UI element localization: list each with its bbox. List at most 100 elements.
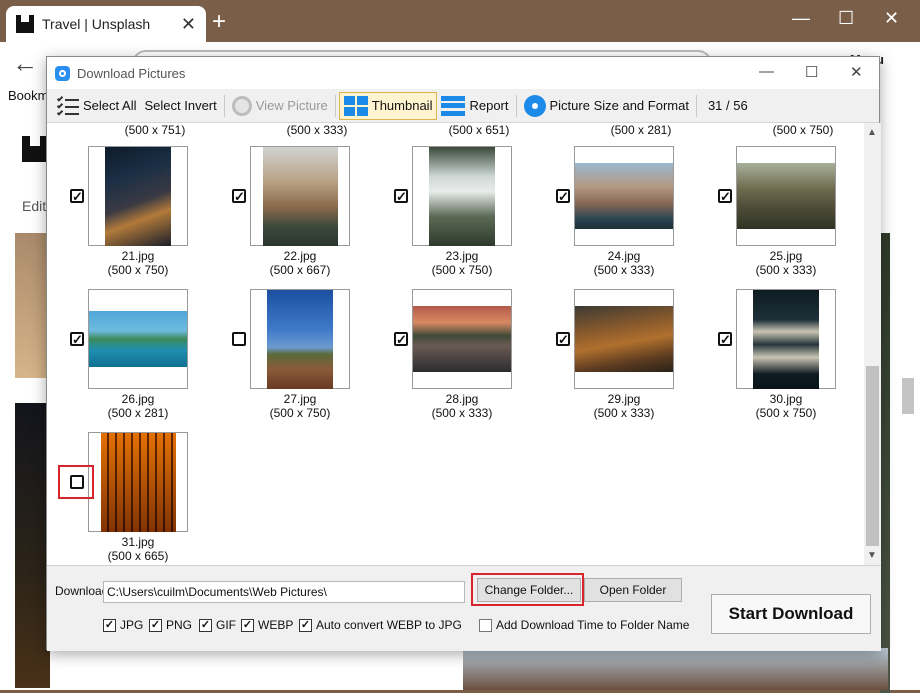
checkbox-highlight (58, 465, 94, 499)
item-checkbox[interactable]: ✓ (70, 189, 84, 203)
thumbnail-frame[interactable] (250, 289, 350, 389)
file-name: 31.jpg (121, 535, 155, 549)
download-path-field[interactable]: C:\Users\cuilm\Documents\Web Pictures\ (103, 581, 465, 603)
app-icon (55, 65, 70, 81)
dialog-minimize-icon[interactable]: — (759, 63, 774, 80)
download-folder-label: Download (55, 584, 103, 598)
thumbnail-item[interactable]: ✓ 30.jpg (500 x 750) (695, 289, 857, 429)
page-scrollbar[interactable] (902, 378, 914, 414)
photo-autumn-hills (575, 306, 673, 372)
add-time-checkbox[interactable] (479, 618, 492, 632)
size-format-button[interactable]: Picture Size and Format (520, 92, 693, 120)
image-dimensions: (500 x 333) (755, 263, 817, 277)
open-folder-button[interactable]: Open Folder (584, 578, 682, 602)
gif-checkbox[interactable]: ✓ (199, 618, 212, 632)
button-highlight (471, 573, 584, 606)
view-picture-icon (231, 95, 252, 116)
thumbnail-gallery: (500 x 751) (500 x 333) (500 x 651) (500… (47, 123, 881, 565)
thumbnail-frame[interactable] (736, 146, 836, 246)
thumbnail-frame[interactable] (412, 146, 512, 246)
item-checkbox[interactable]: ✓ (718, 332, 732, 346)
item-checkbox[interactable]: ✓ (394, 332, 408, 346)
minimize-icon[interactable]: — (792, 8, 810, 29)
back-arrow-icon[interactable]: ← (12, 48, 38, 79)
webp-checkbox[interactable]: ✓ (241, 618, 254, 632)
thumbnail-frame[interactable] (250, 146, 350, 246)
gif-option[interactable]: ✓ GIF (199, 618, 236, 632)
thumbnail-frame[interactable] (88, 146, 188, 246)
report-view-button[interactable]: Report (437, 92, 512, 120)
browser-tab[interactable]: Travel | Unsplash ✕ (6, 6, 206, 42)
file-name: 23.jpg (445, 249, 479, 263)
close-window-icon[interactable]: ✕ (884, 8, 899, 29)
thumbnail-frame[interactable] (412, 289, 512, 389)
dialog-maximize-icon[interactable]: ☐ (805, 63, 818, 81)
thumbnail-item[interactable]: 27.jpg (500 x 750) (209, 289, 371, 429)
gif-label: GIF (216, 618, 236, 632)
thumbnail-item[interactable]: ✓ 29.jpg (500 x 333) (533, 289, 695, 429)
thumbnail-item[interactable]: ✓ 21.jpg (500 x 750) (47, 146, 209, 286)
thumbnail-caption: 30.jpg (500 x 750) (726, 392, 846, 420)
item-checkbox[interactable]: ✓ (70, 332, 84, 346)
jpg-label: JPG (120, 618, 144, 632)
thumbnail-item[interactable]: ✓ 22.jpg (500 x 667) (209, 146, 371, 286)
thumbnail-grid-icon (343, 95, 368, 116)
selection-count: 31 / 56 (707, 98, 748, 113)
thumbnail-frame[interactable] (574, 146, 674, 246)
item-checkbox[interactable]: ✓ (394, 189, 408, 203)
view-picture-button[interactable]: View Picture (228, 92, 332, 120)
bookmarks-label[interactable]: Bookm (8, 88, 48, 103)
photo-boat-bay (89, 311, 187, 367)
thumbnail-frame[interactable] (88, 432, 188, 532)
image-size-caption: (500 x 651) (448, 123, 510, 137)
thumbnail-frame[interactable] (88, 289, 188, 389)
page-photo[interactable] (463, 648, 888, 690)
size-format-label: Picture Size and Format (549, 98, 689, 113)
select-all-button[interactable]: Select All (53, 92, 140, 120)
scrollbar-thumb[interactable] (866, 366, 879, 546)
webp-option[interactable]: ✓ WEBP (241, 618, 293, 632)
maximize-icon[interactable]: ☐ (838, 8, 854, 29)
item-checkbox[interactable]: ✓ (556, 189, 570, 203)
item-checkbox[interactable]: ✓ (232, 189, 246, 203)
new-tab-button[interactable]: + (212, 10, 226, 34)
thumbnail-item[interactable]: ✓ 28.jpg (500 x 333) (371, 289, 533, 429)
add-time-option[interactable]: Add Download Time to Folder Name (479, 618, 689, 632)
item-checkbox[interactable] (232, 332, 246, 346)
item-checkbox[interactable]: ✓ (718, 189, 732, 203)
page-photo[interactable] (880, 233, 890, 693)
page-photo[interactable] (15, 403, 50, 688)
thumbnail-frame[interactable] (736, 289, 836, 389)
thumbnail-item[interactable]: ✓ 24.jpg (500 x 333) (533, 146, 695, 286)
gallery-scrollbar[interactable]: ▲ ▼ (864, 123, 881, 565)
scroll-down-icon[interactable]: ▼ (867, 550, 877, 561)
thumbnail-item[interactable]: ✓ 26.jpg (500 x 281) (47, 289, 209, 429)
toolbar-divider (515, 94, 517, 117)
thumbnail-item[interactable]: ✓ 23.jpg (500 x 750) (371, 146, 533, 286)
dialog-close-icon[interactable]: ✕ (850, 63, 863, 81)
jpg-checkbox[interactable]: ✓ (103, 618, 116, 632)
start-download-button[interactable]: Start Download (711, 594, 871, 634)
scroll-up-icon[interactable]: ▲ (867, 127, 877, 138)
auto-convert-checkbox[interactable]: ✓ (299, 618, 312, 632)
thumbnail-view-button[interactable]: Thumbnail (338, 91, 438, 120)
auto-convert-option[interactable]: ✓ Auto convert WEBP to JPG (299, 618, 462, 632)
download-pictures-dialog: Download Pictures — ☐ ✕ Select All Selec… (46, 56, 881, 651)
png-checkbox[interactable]: ✓ (149, 618, 162, 632)
tab-close-icon[interactable]: ✕ (181, 14, 196, 35)
photo-waterfall (429, 146, 495, 246)
image-size-caption: (500 x 333) (286, 123, 348, 137)
image-size-caption: (500 x 751) (124, 123, 186, 137)
page-photo[interactable] (15, 233, 50, 378)
png-option[interactable]: ✓ PNG (149, 618, 192, 632)
thumbnail-caption: 31.jpg (500 x 665) (78, 535, 198, 563)
thumbnail-frame[interactable] (574, 289, 674, 389)
page-nav-item[interactable]: Edit (22, 198, 46, 214)
item-checkbox[interactable]: ✓ (556, 332, 570, 346)
file-name: 26.jpg (121, 392, 155, 406)
thumbnail-item[interactable]: ✓ 25.jpg (500 x 333) (695, 146, 857, 286)
photo-lanterns (100, 432, 176, 532)
jpg-option[interactable]: ✓ JPG (103, 618, 143, 632)
select-invert-button[interactable]: Select Invert (140, 92, 220, 120)
image-dimensions: (500 x 281) (107, 406, 169, 420)
